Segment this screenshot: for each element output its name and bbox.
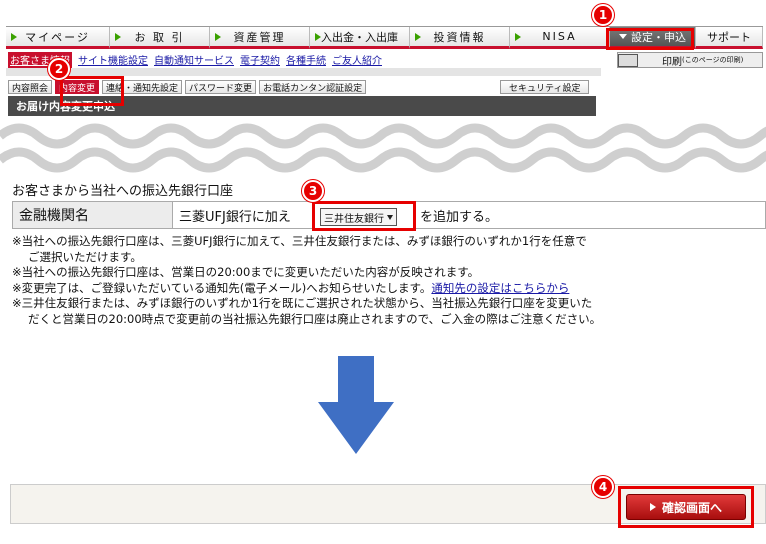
arrow-right-icon xyxy=(315,33,321,41)
note-4-cont: だくと営業日の20:00時点で変更前の当社振込先銀行口座は廃止されますので、ご入… xyxy=(28,311,602,326)
annotation-2: 2 xyxy=(48,58,70,80)
nav-nisa[interactable]: NISA xyxy=(510,27,610,49)
note-4: ※三井住友銀行または、みずほ銀行のいずれか1行を既にご選択された状態から、当社振… xyxy=(12,296,593,310)
arrow-right-icon xyxy=(115,33,121,41)
highlight-settings xyxy=(606,28,694,50)
down-arrow-icon xyxy=(318,356,394,454)
bank-prefix: 三菱UFJ銀行に加え xyxy=(179,209,291,225)
bank-label: 金融機関名 xyxy=(13,202,173,228)
highlight-change-tab xyxy=(60,76,124,106)
sublink-auto-notify[interactable]: 自動通知サービス xyxy=(154,52,234,68)
arrow-right-icon xyxy=(215,33,221,41)
divider xyxy=(6,68,601,76)
bank-suffix: を追加する。 xyxy=(420,210,499,225)
annotation-4: 4 xyxy=(592,476,614,498)
notes: ※当社への振込先銀行口座は、三菱UFJ銀行に加えて、三井住友銀行または、みずほ銀… xyxy=(12,234,764,327)
notification-settings-link[interactable]: 通知先の設定はこちらから xyxy=(431,281,569,295)
section-title: お客さまから当社への振込先銀行口座 xyxy=(12,184,234,199)
sublink-procedures[interactable]: 各種手続 xyxy=(286,52,326,68)
nav-support[interactable]: サポート xyxy=(696,27,763,49)
sublink-site-settings[interactable]: サイト機能設定 xyxy=(78,52,148,68)
annotation-1: 1 xyxy=(592,4,614,26)
tab-phone-auth[interactable]: お電話カンタン認証設定 xyxy=(259,80,367,94)
print-button[interactable]: 印刷 (このページの印刷) xyxy=(617,52,763,68)
printer-icon xyxy=(618,54,638,67)
nav-assets[interactable]: 資産管理 xyxy=(210,27,310,49)
note-1: ※当社への振込先銀行口座は、三菱UFJ銀行に加えて、三井住友銀行または、みずほ銀… xyxy=(12,234,587,248)
note-3: ※変更完了は、ご登録いただいている通知先(電子メール)へお知らせいたします。通知… xyxy=(12,280,570,295)
nav-investment-info[interactable]: 投資情報 xyxy=(410,27,510,49)
nav-deposit[interactable]: 入出金・入出庫 xyxy=(310,27,410,49)
nav-trade[interactable]: お 取 引 xyxy=(110,27,210,49)
wave-divider xyxy=(0,118,766,178)
arrow-right-icon xyxy=(515,33,521,41)
nav-mypage[interactable]: マイページ xyxy=(6,27,110,49)
sublink-referral[interactable]: ご友人紹介 xyxy=(332,52,382,68)
tab-view[interactable]: 内容照会 xyxy=(8,80,53,94)
note-1-cont: ご選択いただけます。 xyxy=(28,249,142,264)
chevron-down-icon xyxy=(387,214,393,220)
sublink-e-contract[interactable]: 電子契約 xyxy=(240,52,280,68)
note-2: ※当社への振込先銀行口座は、営業日の20:00までに変更いただいた内容が反映され… xyxy=(12,265,480,279)
highlight-confirm xyxy=(618,486,754,528)
tab-security[interactable]: セキュリティ設定 xyxy=(500,80,590,94)
arrow-right-icon xyxy=(11,33,17,41)
annotation-3: 3 xyxy=(302,180,324,202)
arrow-right-icon xyxy=(415,33,421,41)
bank-select[interactable]: 三井住友銀行 xyxy=(320,208,397,226)
tab-password[interactable]: パスワード変更 xyxy=(185,80,257,94)
